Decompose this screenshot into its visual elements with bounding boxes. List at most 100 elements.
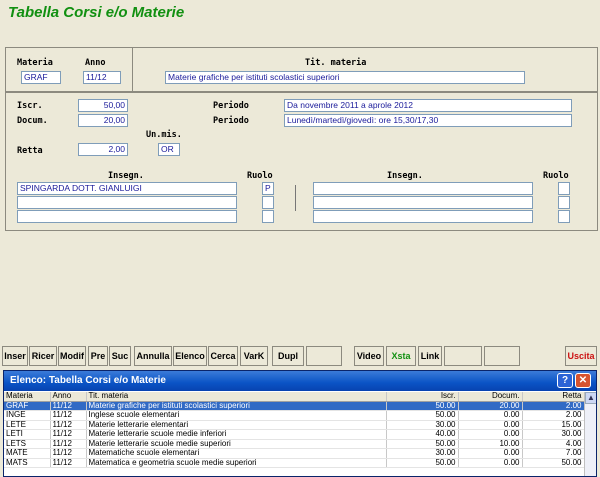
- column-header[interactable]: Materia: [4, 392, 51, 402]
- elenco-table: Materia Anno Tit. materia Iscr. Docum. Retta G…: [4, 392, 585, 468]
- blank-button-2[interactable]: [444, 346, 482, 366]
- insegn-right-2[interactable]: [313, 196, 533, 209]
- vark-button[interactable]: VarK: [240, 346, 268, 366]
- ruolo-left-3[interactable]: [262, 210, 274, 223]
- table-cell: 2.00: [522, 401, 585, 411]
- insegn-left-2[interactable]: [17, 196, 237, 209]
- table-cell: 11/12: [50, 448, 87, 459]
- table-cell: LETE: [4, 420, 51, 430]
- anno-field[interactable]: 11/12: [83, 71, 121, 84]
- pre-button[interactable]: Pre: [88, 346, 108, 366]
- materia-label: Materia: [17, 58, 53, 68]
- um-field[interactable]: OR: [158, 143, 180, 156]
- table-row[interactable]: INGE 11/12 Inglese scuole elementari 50.00 0…: [4, 410, 585, 421]
- inser-button[interactable]: Inser: [2, 346, 28, 366]
- elenco-window-title[interactable]: Elenco: Tabella Corsi e/o Materie: [4, 371, 596, 391]
- blank-button-3[interactable]: [484, 346, 520, 366]
- iscr-label: Iscr.: [17, 101, 43, 111]
- blank-button-1[interactable]: [306, 346, 342, 366]
- periodo-label-1: Periodo: [213, 101, 249, 111]
- tit-materia-field[interactable]: Materie grafiche per istituti scolastici…: [165, 71, 525, 84]
- scroll-up-icon[interactable]: ▲: [585, 392, 596, 404]
- help-icon[interactable]: ?: [557, 373, 573, 388]
- ruolo-left-1[interactable]: P: [262, 182, 274, 195]
- link-button[interactable]: Link: [418, 346, 442, 366]
- table-cell: 0.00: [458, 458, 523, 468]
- table-cell: 30.00: [386, 448, 459, 459]
- table-cell: MATE: [4, 448, 51, 459]
- table-cell: Matematica e geometria scuole medie supe…: [86, 458, 387, 468]
- table-cell: 0.00: [458, 448, 523, 459]
- docum-field[interactable]: 20,00: [78, 114, 128, 127]
- table-cell: 15.00: [522, 420, 585, 430]
- insegn-left-1[interactable]: SPINGARDA DOTT. GIANLUIGI: [17, 182, 237, 195]
- um-label: Un.mis.: [146, 130, 182, 140]
- table-cell: 11/12: [50, 401, 87, 411]
- table-cell: 10.00: [458, 439, 523, 449]
- table-cell: 50.00: [386, 410, 459, 421]
- periodo-field-1[interactable]: Da novembre 2011 a aprole 2012: [284, 99, 572, 112]
- ruolo-left-2[interactable]: [262, 196, 274, 209]
- docum-label: Docum.: [17, 116, 48, 126]
- table-cell: MATS: [4, 458, 51, 468]
- insegn-right-1[interactable]: [313, 182, 533, 195]
- ruolo-right-3[interactable]: [558, 210, 570, 223]
- column-header[interactable]: Retta: [522, 392, 585, 402]
- table-cell: 20.00: [458, 401, 523, 411]
- table-cell: GRAF: [4, 401, 51, 411]
- column-header[interactable]: Tit. materia: [86, 392, 387, 402]
- table-row[interactable]: GRAF 11/12 Materie grafiche per istituti s…: [4, 401, 585, 411]
- video-button[interactable]: Video: [354, 346, 384, 366]
- modif-button[interactable]: Modif: [58, 346, 86, 366]
- elenco-window: Elenco: Tabella Corsi e/o Materie ? ✕ Ma…: [3, 370, 597, 477]
- table-cell: 0.00: [458, 420, 523, 430]
- table-row[interactable]: MATE 11/12 Matematiche scuole elementari 30…: [4, 448, 585, 459]
- scrollbar[interactable]: ▲: [584, 392, 596, 476]
- table-cell: 50.00: [386, 401, 459, 411]
- retta-field[interactable]: 2,00: [78, 143, 128, 156]
- table-cell: Inglese scuole elementari: [86, 410, 387, 421]
- insegn-left-3[interactable]: [17, 210, 237, 223]
- table-cell: 11/12: [50, 439, 87, 449]
- table-row[interactable]: LETS 11/12 Materie letterarie scuole medie…: [4, 439, 585, 449]
- cerca-button[interactable]: Cerca: [208, 346, 238, 366]
- table-row[interactable]: MATS 11/12 Matematica e geometria scuole m…: [4, 458, 585, 468]
- table-cell: INGE: [4, 410, 51, 421]
- table-row[interactable]: LETI 11/12 Materie letterarie scuole medie…: [4, 429, 585, 440]
- column-header[interactable]: Docum.: [458, 392, 523, 402]
- ruolo-label-left: Ruolo: [247, 171, 273, 181]
- insegn-divider: [295, 185, 296, 211]
- column-header[interactable]: Iscr.: [386, 392, 459, 402]
- ruolo-right-1[interactable]: [558, 182, 570, 195]
- insegn-right-3[interactable]: [313, 210, 533, 223]
- anno-label: Anno: [85, 58, 106, 68]
- retta-label: Retta: [17, 146, 43, 156]
- uscita-button[interactable]: Uscita: [565, 346, 597, 366]
- tit-materia-label: Tit. materia: [305, 58, 367, 68]
- table-cell: 30.00: [522, 429, 585, 440]
- table-cell: 11/12: [50, 429, 87, 440]
- materia-field[interactable]: GRAF: [21, 71, 61, 84]
- table-header: Materia Anno Tit. materia Iscr. Docum. Retta: [4, 392, 585, 402]
- column-header[interactable]: Anno: [50, 392, 87, 402]
- table-cell: 0.00: [458, 410, 523, 421]
- periodo-field-2[interactable]: Lunedì/martedì/giovedì: ore 15,30/17,30: [284, 114, 572, 127]
- xsta-button[interactable]: Xsta: [386, 346, 416, 366]
- form-title: Tabella Corsi e/o Materie: [8, 4, 185, 21]
- iscr-field[interactable]: 50,00: [78, 99, 128, 112]
- table-cell: 4.00: [522, 439, 585, 449]
- table-cell: 50.00: [386, 458, 459, 468]
- ruolo-right-2[interactable]: [558, 196, 570, 209]
- table-cell: Materie letterarie elementari: [86, 420, 387, 430]
- table-row[interactable]: LETE 11/12 Materie letterarie elementari 30…: [4, 420, 585, 430]
- table-cell: 2.00: [522, 410, 585, 421]
- elenco-button[interactable]: Elenco: [173, 346, 207, 366]
- suc-button[interactable]: Suc: [109, 346, 131, 366]
- annulla-button[interactable]: Annulla: [134, 346, 172, 366]
- periodo-label-2: Periodo: [213, 116, 249, 126]
- close-icon[interactable]: ✕: [575, 373, 591, 388]
- ricer-button[interactable]: Ricer: [29, 346, 57, 366]
- table-cell: 0.00: [458, 429, 523, 440]
- insegn-label-left: Insegn.: [108, 171, 144, 181]
- dupl-button[interactable]: Dupl: [272, 346, 304, 366]
